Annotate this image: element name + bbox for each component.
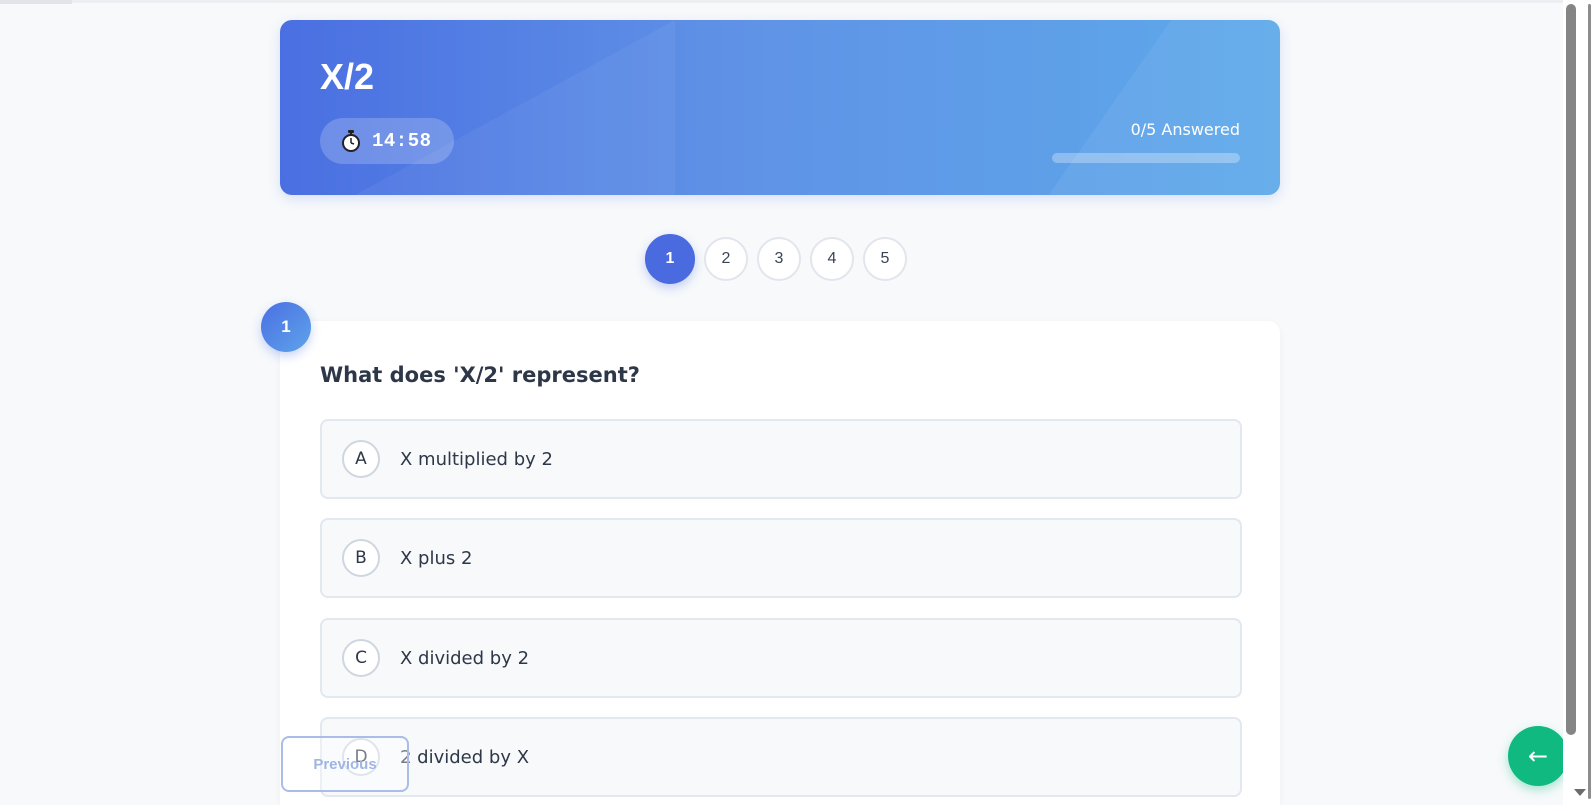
question-nav-5[interactable]: 5 (863, 237, 907, 281)
question-nav-1[interactable]: 1 (645, 234, 695, 284)
arrow-left-icon: ← (1527, 742, 1549, 770)
question-nav-3[interactable]: 3 (757, 237, 801, 281)
quiz-page: X/2 14:58 0/5 Answered 12345 What does '… (0, 0, 1596, 811)
option-d[interactable]: D2 divided by X (320, 717, 1242, 797)
question-nav-2[interactable]: 2 (704, 237, 748, 281)
quiz-header: X/2 14:58 0/5 Answered (280, 20, 1280, 195)
scrollbar-thumb[interactable] (1566, 4, 1576, 735)
timer-value: 14:58 (372, 130, 432, 152)
option-b[interactable]: B X plus 2 (320, 518, 1242, 598)
question-card: What does 'X/2' represent? A X multiplied… (280, 321, 1280, 811)
question-nav-4[interactable]: 4 (810, 237, 854, 281)
option-text: X divided by 2 (400, 647, 530, 669)
question-number-badge: 1 (261, 302, 311, 352)
top-border (0, 0, 1563, 3)
option-a[interactable]: A X multiplied by 2 (320, 419, 1242, 499)
option-letter: C (342, 639, 380, 677)
quiz-title: X/2 (320, 56, 375, 97)
question-text: What does 'X/2' represent? (320, 363, 640, 387)
answered-count: 0/5 Answered (1130, 120, 1240, 139)
question-navigator: 12345 (645, 234, 907, 284)
option-c[interactable]: C X divided by 2 (320, 618, 1242, 698)
back-button[interactable]: ← (1508, 726, 1568, 786)
chevron-down-icon (1573, 788, 1586, 796)
option-text: 2 divided by X (400, 746, 530, 768)
previous-button[interactable]: Previous (281, 736, 409, 792)
option-letter: B (342, 539, 380, 577)
header-decoration-right (940, 20, 1280, 195)
outer-scrollbar-thumb[interactable] (1588, 4, 1591, 799)
header-decoration (355, 20, 675, 195)
bottom-gap (0, 805, 1563, 811)
top-border-accent (0, 0, 72, 4)
stopwatch-icon (340, 130, 362, 152)
option-text: X multiplied by 2 (400, 448, 553, 470)
timer: 14:58 (320, 118, 454, 164)
option-text: X plus 2 (400, 547, 473, 569)
option-letter: A (342, 440, 380, 478)
progress-bar (1052, 153, 1240, 163)
